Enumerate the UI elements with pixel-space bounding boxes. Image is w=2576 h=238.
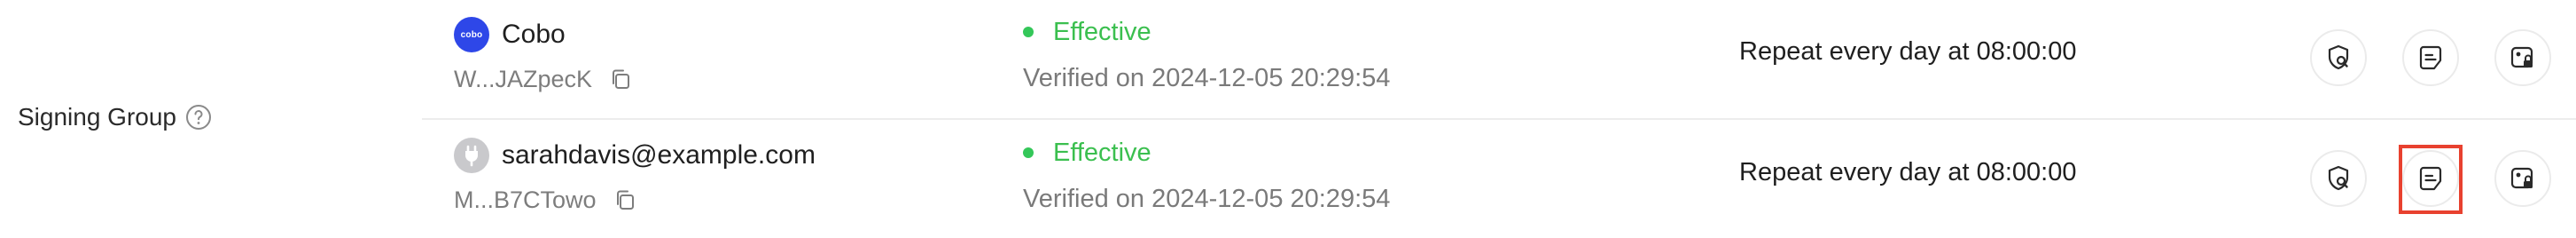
schedule-text: Repeat every day at 08:00:00 [1739,37,2077,66]
account-address: M...B7CTowo [454,186,597,213]
shield-search-icon [2328,44,2349,70]
verification-status: Effective Verified on 2024-12-05 20:29:5… [1023,14,1390,91]
account-name: Cobo [502,20,566,49]
details-button[interactable] [2402,29,2459,86]
cobo-logo-avatar: cobo [454,17,489,52]
plug-icon [454,138,489,173]
status-text: Effective [1053,138,1151,167]
verified-timestamp: Verified on 2024-12-05 20:29:54 [1023,185,1391,213]
signer-row: sarahdavis@example.com M...B7CTowo Effec… [422,121,2576,238]
signer-account: sarahdavis@example.com M...B7CTowo [454,137,816,215]
document-icon [2419,166,2442,191]
row-actions [2310,145,2551,214]
shield-search-icon [2328,165,2349,191]
lock-card-icon [2510,167,2533,189]
verified-timestamp: Verified on 2024-12-05 20:29:54 [1023,64,1391,92]
verify-button[interactable] [2310,29,2367,86]
row-actions [2310,29,2551,86]
row-divider [422,118,2576,120]
signer-account: cobo Cobo W...JAZpecK [454,16,633,94]
signer-row: cobo Cobo W...JAZpecK Effective Verified… [422,0,2576,117]
account-name: sarahdavis@example.com [502,140,816,170]
help-icon[interactable] [185,104,212,131]
account-address: W...JAZpecK [454,65,593,92]
copy-icon[interactable] [608,67,633,91]
permissions-button[interactable] [2494,29,2551,86]
status-dot-icon [1023,147,1034,158]
status-dot-icon [1023,27,1034,37]
document-icon [2419,45,2442,70]
signing-group-label: Signing Group [18,99,212,135]
permissions-button[interactable] [2494,150,2551,207]
lock-card-icon [2510,46,2533,68]
schedule-text: Repeat every day at 08:00:00 [1739,158,2077,186]
details-button[interactable] [2399,145,2463,214]
status-text: Effective [1053,17,1151,46]
copy-icon[interactable] [613,187,637,212]
signing-group-label-text: Signing Group [18,103,177,131]
verify-button[interactable] [2310,150,2367,207]
verification-status: Effective Verified on 2024-12-05 20:29:5… [1023,135,1390,212]
